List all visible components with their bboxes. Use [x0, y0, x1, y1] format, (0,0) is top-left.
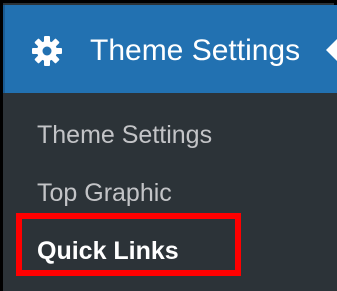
submenu-item-top-graphic[interactable]: Top Graphic — [37, 177, 172, 209]
admin-menu: Theme Settings Theme Settings Top Graphi… — [0, 0, 337, 291]
submenu-item-theme-settings[interactable]: Theme Settings — [37, 119, 212, 151]
menu-item-label: Theme Settings — [90, 34, 301, 67]
current-menu-arrow — [326, 39, 337, 61]
menu-item-theme-settings[interactable]: Theme Settings — [3, 5, 337, 93]
submenu: Theme Settings Top Graphic Quick Links — [3, 93, 337, 291]
submenu-item-quick-links[interactable]: Quick Links — [37, 235, 179, 267]
gear-icon — [32, 36, 62, 66]
